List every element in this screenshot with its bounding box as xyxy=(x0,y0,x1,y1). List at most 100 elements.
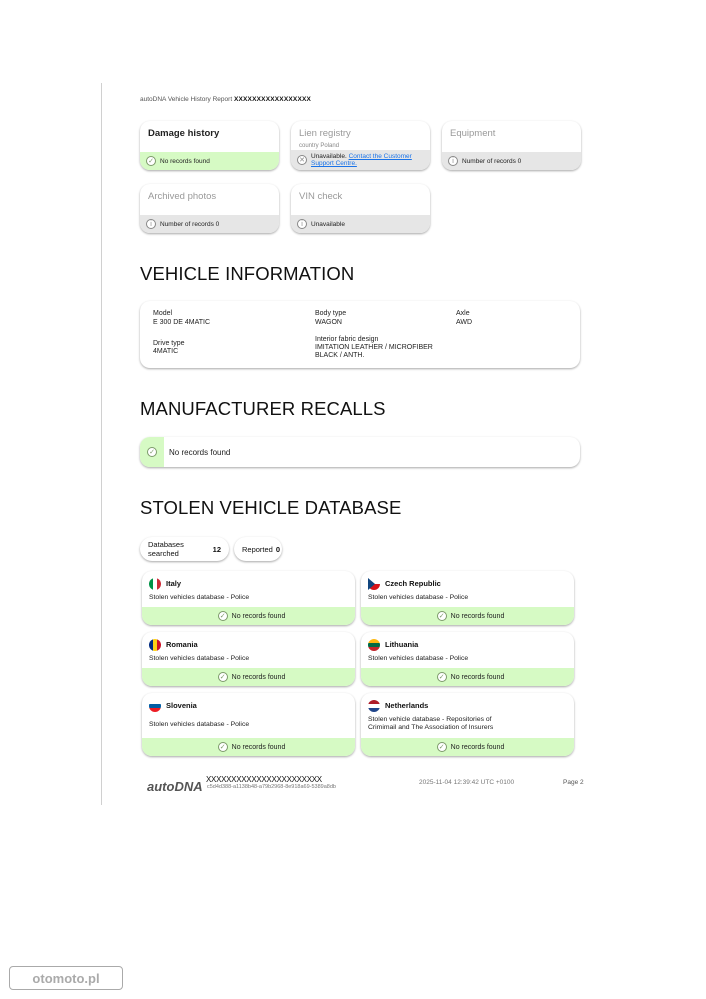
card-title: Archived photos xyxy=(148,191,217,202)
report-header: autoDNA Vehicle History Report XXXXXXXXX… xyxy=(140,96,311,103)
status-text: Unavailable. Contact the Customer Suppor… xyxy=(311,153,430,167)
footer-date: 2025-11-04 12:39:42 UTC +0100 xyxy=(419,779,515,786)
interior-label: Interior fabric design xyxy=(315,336,379,343)
check-icon: ✓ xyxy=(217,672,228,682)
reported-label: Reported xyxy=(242,544,273,554)
card-title: Lien registry xyxy=(299,128,351,139)
stolen-card-netherlands: Netherlands Stolen vehicle database - Re… xyxy=(361,693,574,756)
check-icon: ✓ xyxy=(217,611,228,621)
card-title: VIN check xyxy=(299,191,343,202)
netherlands-flag-icon xyxy=(368,700,380,712)
footer-report-id: XXXXXXXXXXXXXXXXXXXXXXX xyxy=(206,775,322,784)
databases-searched-count: 12 xyxy=(212,544,221,554)
database-description: Stolen vehicles database - Police xyxy=(368,655,469,662)
axle-value: AWD xyxy=(456,319,473,326)
card-subtitle: country Poland xyxy=(299,143,340,149)
card-status: ✓ No records found xyxy=(361,668,574,686)
reported-count: 0 xyxy=(275,544,281,554)
status-text: Unavailable xyxy=(311,220,345,228)
card-status: ✓ No records found xyxy=(142,668,355,686)
status-text: Number of records 0 xyxy=(462,157,522,165)
damage-history-card[interactable]: Damage history ✓ No records found xyxy=(140,121,279,170)
card-status: i Number of records 0 xyxy=(140,215,279,233)
card-status: ✕ Unavailable. Contact the Customer Supp… xyxy=(291,150,430,170)
info-icon: i xyxy=(146,219,156,229)
database-description: Stolen vehicles database - Police xyxy=(368,594,469,601)
database-description: Stolen vehicles database - Police xyxy=(149,594,250,601)
equipment-card[interactable]: Equipment i Number of records 0 xyxy=(442,121,581,170)
card-title: Damage history xyxy=(148,128,220,139)
databases-searched-badge: Databases searched 12 xyxy=(140,537,229,561)
close-circle-icon: ✕ xyxy=(297,155,307,165)
romania-flag-icon xyxy=(149,639,161,651)
stolen-card-lithuania: Lithuania Stolen vehicles database - Pol… xyxy=(361,632,574,686)
databases-searched-label: Databases searched xyxy=(148,540,184,558)
manufacturer-recalls-heading: MANUFACTURER RECALLS xyxy=(140,398,386,419)
stolen-card-slovenia: Slovenia Stolen vehicles database - Poli… xyxy=(142,693,355,756)
stolen-card-romania: Romania Stolen vehicles database - Polic… xyxy=(142,632,355,686)
check-icon: ✓ xyxy=(217,742,228,752)
card-status: ✓ No records found xyxy=(361,738,574,756)
model-value: E 300 DE 4MATIC xyxy=(153,319,211,326)
status-unavailable: Unavailable. xyxy=(311,153,347,160)
stolen-card-czech-republic: Czech Republic Stolen vehicles database … xyxy=(361,571,574,625)
country-name: Slovenia xyxy=(166,701,197,710)
report-vin: XXXXXXXXXXXXXXXXX xyxy=(233,96,312,103)
country-name: Romania xyxy=(166,640,198,649)
country-name: Czech Republic xyxy=(385,579,441,588)
stolen-card-italy: Italy Stolen vehicles database - Police … xyxy=(142,571,355,625)
status-text: No records found xyxy=(160,157,210,165)
footer-hash: c5d4d388-a1138b48-a79b2968-8e918a69-5389… xyxy=(207,784,336,790)
card-status: i Number of records 0 xyxy=(442,152,581,170)
model-label: Model xyxy=(153,310,173,317)
czech-flag-triangle xyxy=(368,578,375,590)
status-text: No records found xyxy=(231,673,286,681)
interior-value-line2: BLACK / ANTH. xyxy=(315,352,365,359)
status-text: No records found xyxy=(450,743,505,751)
recalls-status-text: No records found xyxy=(169,448,231,457)
status-text: No records found xyxy=(450,612,505,620)
card-status: ✓ No records found xyxy=(140,152,279,170)
vehicle-information-card: Model E 300 DE 4MATIC Body type WAGON Ax… xyxy=(140,301,580,368)
card-status: i Unavailable xyxy=(291,215,430,233)
info-icon: i xyxy=(448,156,458,166)
status-text: Number of records 0 xyxy=(160,220,220,228)
card-title: Equipment xyxy=(450,128,496,139)
check-icon: ✓ xyxy=(147,447,157,457)
vin-check-card[interactable]: VIN check i Unavailable xyxy=(291,184,430,233)
card-status: ✓ No records found xyxy=(142,738,355,756)
check-icon: ✓ xyxy=(146,156,156,166)
lien-registry-card[interactable]: Lien registry country Poland ✕ Unavailab… xyxy=(291,121,430,170)
autodna-logo: autoDNA xyxy=(147,779,203,794)
interior-value-line1: IMITATION LEATHER / MICROFIBER xyxy=(315,344,433,351)
card-status: ✓ No records found xyxy=(142,607,355,625)
status-text: No records found xyxy=(450,673,505,681)
lithuania-flag-icon xyxy=(368,639,380,651)
drive-type-value: 4MATIC xyxy=(153,348,179,355)
country-name: Lithuania xyxy=(385,640,419,649)
database-description: Stolen vehicle database - Repositories o… xyxy=(368,716,494,731)
watermark-logo: otomoto.pl xyxy=(9,966,123,990)
card-status: ✓ No records found xyxy=(361,607,574,625)
reported-badge: Reported 0 xyxy=(234,537,282,561)
check-icon: ✓ xyxy=(436,672,447,682)
recalls-status-bar: ✓ xyxy=(140,437,164,467)
body-type-value: WAGON xyxy=(315,319,342,326)
country-name: Netherlands xyxy=(385,701,429,710)
vehicle-information-heading: VEHICLE INFORMATION xyxy=(140,263,355,284)
recalls-card: ✓ No records found xyxy=(140,437,580,467)
body-type-label: Body type xyxy=(315,310,347,317)
database-description: Stolen vehicles database - Police xyxy=(149,655,250,662)
footer-page-number: Page 2 xyxy=(563,779,584,786)
slovenia-flag-icon xyxy=(149,700,161,712)
report-header-prefix: autoDNA Vehicle History Report xyxy=(140,96,233,103)
status-text: No records found xyxy=(231,743,286,751)
status-text: No records found xyxy=(231,612,286,620)
drive-type-label: Drive type xyxy=(153,340,185,347)
page-margin-line xyxy=(101,83,102,805)
italy-flag-icon xyxy=(149,578,161,590)
archived-photos-card[interactable]: Archived photos i Number of records 0 xyxy=(140,184,279,233)
check-icon: ✓ xyxy=(436,611,447,621)
database-description: Stolen vehicles database - Police xyxy=(149,721,250,728)
check-icon: ✓ xyxy=(436,742,447,752)
